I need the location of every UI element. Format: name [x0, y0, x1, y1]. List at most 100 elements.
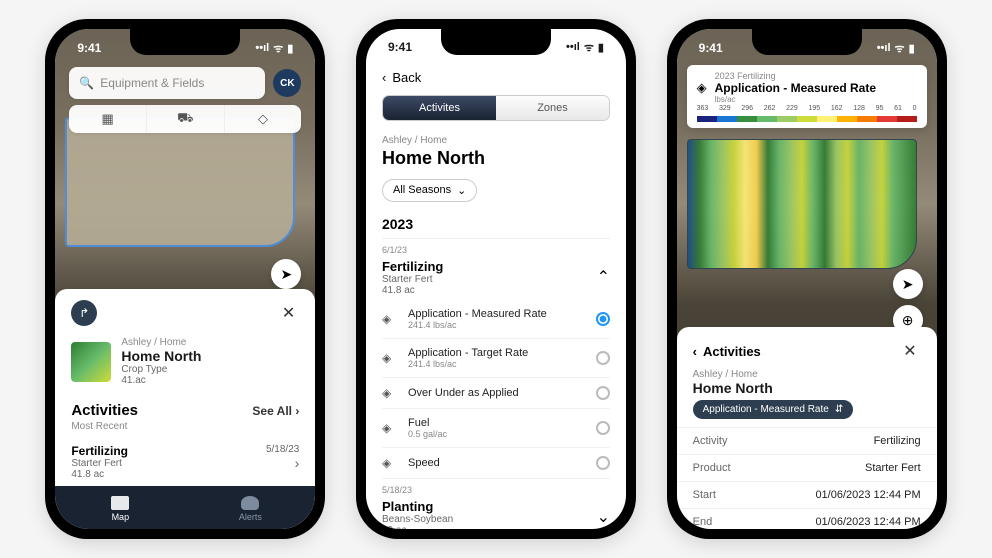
activities-title: Activities	[71, 402, 138, 419]
activity-name: Fertilizing	[71, 444, 128, 458]
layer-option[interactable]: ◈Over Under as Applied	[382, 378, 610, 409]
directions-icon[interactable]: ↱	[71, 300, 97, 326]
radio-button[interactable]	[596, 421, 610, 435]
layer-option[interactable]: ◈Fuel0.5 gal/ac	[382, 409, 610, 448]
activity-area: 41.8 ac	[71, 469, 128, 480]
seg-activities[interactable]: Activites	[383, 96, 496, 120]
tab-map[interactable]: Map	[55, 486, 185, 529]
bell-icon	[241, 496, 259, 510]
seg-zones[interactable]: Zones	[496, 96, 609, 120]
back-button[interactable]: ‹ Back	[382, 66, 610, 89]
field-info-sheet: ↱ ✕ Ashley / Home Home North Crop Type 4…	[55, 289, 315, 529]
activity-sub: Starter Fert	[71, 458, 128, 469]
legend-card: ◈ 2023 Fertilizing Application - Measure…	[687, 65, 927, 128]
legend-year: 2023 Fertilizing	[715, 71, 917, 81]
date-header: 5/18/23	[382, 485, 610, 495]
layers-icon: ◈	[382, 312, 398, 326]
search-icon: 🔍	[79, 76, 94, 90]
legend-unit: lbs/ac	[715, 95, 917, 104]
wifi-icon: ᯤ	[273, 41, 283, 56]
layer-option[interactable]: ◈Application - Measured Rate241.4 lbs/ac	[382, 300, 610, 339]
tool-grid-icon[interactable]: ▦	[69, 105, 147, 133]
radio-button[interactable]	[596, 386, 610, 400]
notch	[752, 29, 862, 55]
activity-date: 5/18/23	[266, 444, 299, 455]
map-icon	[111, 496, 129, 510]
date-header: 6/1/23	[382, 245, 610, 255]
search-input[interactable]: 🔍 Equipment & Fields	[69, 67, 265, 99]
breadcrumb: Ashley / Home	[693, 369, 921, 380]
notch	[441, 29, 551, 55]
phone-frame-2: 9:41 ••ıl ᯤ ▮ ‹ Back Activites Zones Ash…	[356, 19, 636, 539]
phone-frame-3: 9:41 ••ıl ᯤ ▮ ◈ 2023 Fertilizing Applica…	[667, 19, 947, 539]
battery-icon: ▮	[909, 42, 915, 55]
detail-row: ActivityFertilizing	[677, 427, 937, 454]
layers-icon: ◈	[382, 421, 398, 435]
sheet-title: Activities	[703, 344, 761, 359]
updown-icon: ⇵	[835, 404, 843, 415]
detail-row: Start01/06/2023 12:44 PM	[677, 481, 937, 508]
see-all-button[interactable]: See All ›	[252, 404, 299, 418]
status-time: 9:41	[699, 41, 723, 55]
layers-icon: ◈	[382, 456, 398, 470]
breadcrumb: Ashley / Home	[382, 135, 610, 146]
signal-icon: ••ıl	[255, 42, 269, 54]
battery-icon: ▮	[287, 42, 293, 55]
field-outline[interactable]	[65, 117, 295, 247]
chevron-right-icon: ›	[295, 455, 300, 471]
status-time: 9:41	[388, 40, 412, 54]
chevron-left-icon[interactable]: ‹	[693, 344, 697, 359]
most-recent-label: Most Recent	[55, 421, 315, 438]
legend-title: Application - Measured Rate	[715, 81, 917, 95]
battery-icon: ▮	[598, 41, 604, 54]
tool-strip: ▦ ⛟ ◇	[69, 105, 301, 133]
activity-group-fertilizing[interactable]: Fertilizing Starter Fert 41.8 ac ⌃	[382, 255, 610, 300]
activity-group-planting[interactable]: Planting Beans-Soybean 40 ac ⌄	[382, 495, 610, 529]
activity-item[interactable]: Fertilizing Starter Fert 41.8 ac 5/18/23…	[55, 438, 315, 486]
layers-icon: ◈	[382, 351, 398, 365]
avatar[interactable]: CK	[273, 69, 301, 97]
tab-bar: Map Alerts	[55, 486, 315, 529]
phone-frame-1: 9:41 ••ıl ᯤ ▮ 🔍 Equipment & Fields CK ▦ …	[45, 19, 325, 539]
close-icon[interactable]: ✕	[899, 337, 920, 365]
activity-detail-sheet: ‹ Activities ✕ Ashley / Home Home North …	[677, 327, 937, 529]
tool-tag-icon[interactable]: ◇	[225, 105, 302, 133]
radio-button[interactable]	[596, 456, 610, 470]
year-header: 2023	[382, 216, 610, 239]
legend-values: 36332929626222919516212895610	[697, 105, 917, 112]
field-name: Home North	[693, 380, 921, 396]
chevron-up-icon: ⌃	[597, 267, 610, 287]
layer-pill[interactable]: Application - Measured Rate ⇵	[693, 400, 854, 419]
locate-button[interactable]: ➤	[893, 269, 923, 299]
detail-row: ProductStarter Fert	[677, 454, 937, 481]
layers-icon: ◈	[697, 80, 707, 96]
wifi-icon: ᯤ	[895, 41, 905, 56]
crop-type-label: Crop Type	[121, 364, 299, 375]
field-name: Home North	[121, 348, 299, 364]
tab-alerts[interactable]: Alerts	[185, 486, 315, 529]
detail-row: End01/06/2023 12:44 PM	[677, 508, 937, 529]
layer-option[interactable]: ◈Application - Target Rate241.4 lbs/ac	[382, 339, 610, 378]
signal-icon: ••ıl	[566, 41, 580, 53]
search-placeholder: Equipment & Fields	[100, 76, 204, 90]
wifi-icon: ᯤ	[584, 40, 594, 55]
signal-icon: ••ıl	[877, 42, 891, 54]
close-icon[interactable]: ✕	[278, 299, 299, 327]
breadcrumb: Ashley / Home	[121, 337, 299, 348]
season-filter[interactable]: All Seasons ⌄	[382, 179, 477, 202]
layer-option[interactable]: ◈Speed	[382, 448, 610, 479]
layers-icon: ◈	[382, 386, 398, 400]
chevron-left-icon: ‹	[382, 70, 386, 85]
field-thumbnail	[71, 342, 111, 382]
tool-vehicle-icon[interactable]: ⛟	[147, 105, 225, 133]
radio-button[interactable]	[596, 312, 610, 326]
field-area: 41.ac	[121, 375, 299, 386]
status-time: 9:41	[77, 41, 101, 55]
segmented-control: Activites Zones	[382, 95, 610, 121]
chevron-down-icon: ⌄	[597, 507, 610, 527]
chevron-down-icon: ⌄	[457, 184, 466, 197]
field-name: Home North	[382, 148, 610, 169]
field-heatmap[interactable]	[687, 139, 917, 269]
radio-button[interactable]	[596, 351, 610, 365]
legend-colorbar	[697, 116, 917, 122]
